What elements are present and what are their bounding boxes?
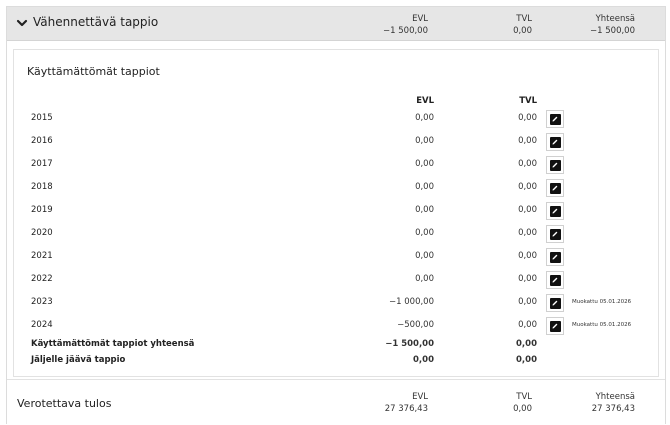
row-year: 2023 [31, 297, 53, 307]
row-evl-value: 0,00 [415, 251, 434, 261]
taxable-income-section: Verotettava tulos EVL 27 376,43 TVL 0,00… [7, 379, 665, 424]
table-row: 2020 0,00 0,00 [14, 225, 658, 243]
chevron-down-icon[interactable] [15, 15, 29, 29]
modified-note: Muokattu 05.01.2026 [572, 299, 632, 305]
row-tvl-value: 0,00 [518, 274, 537, 284]
table-row: 2018 0,00 0,00 [14, 179, 658, 197]
pencil-icon [549, 159, 561, 171]
table-row: 2019 0,00 0,00 [14, 202, 658, 220]
table-row: 2022 0,00 0,00 [14, 271, 658, 289]
pencil-icon [549, 274, 561, 286]
row-evl-value: −500,00 [397, 320, 434, 330]
edit-button[interactable] [546, 317, 564, 335]
modified-note: Muokattu 05.01.2026 [572, 322, 632, 328]
summary-label: Jäljelle jäävä tappio [31, 355, 126, 365]
header-evl-label: EVL [412, 14, 428, 24]
edit-button[interactable] [546, 248, 564, 266]
row-evl-value: 0,00 [415, 113, 434, 123]
column-header-evl: EVL [416, 96, 434, 106]
footer-tvl-label: TVL [516, 392, 532, 402]
edit-button[interactable] [546, 179, 564, 197]
header-tvl-value: 0,00 [513, 26, 532, 36]
header-tvl-label: TVL [516, 14, 532, 24]
row-year: 2021 [31, 251, 53, 261]
summary-evl-value: −1 500,00 [385, 339, 434, 349]
row-tvl-value: 0,00 [518, 136, 537, 146]
header-evl: EVL −1 500,00 [383, 13, 428, 37]
footer-title: Verotettava tulos [17, 397, 112, 410]
pencil-icon [549, 297, 561, 309]
header-evl-value: −1 500,00 [383, 26, 428, 36]
pencil-icon [549, 228, 561, 240]
pencil-icon [549, 136, 561, 148]
edit-button[interactable] [546, 202, 564, 220]
footer-evl-label: EVL [412, 392, 428, 402]
row-tvl-value: 0,00 [518, 113, 537, 123]
row-tvl-value: 0,00 [518, 251, 537, 261]
edit-button[interactable] [546, 225, 564, 243]
row-tvl-value: 0,00 [518, 297, 537, 307]
table-row: 2015 0,00 0,00 [14, 110, 658, 128]
row-evl-value: 0,00 [415, 136, 434, 146]
row-evl-value: 0,00 [415, 182, 434, 192]
pencil-icon [549, 205, 561, 217]
row-evl-value: 0,00 [415, 205, 434, 215]
row-evl-value: 0,00 [415, 159, 434, 169]
header-tvl: TVL 0,00 [513, 13, 532, 37]
row-year: 2020 [31, 228, 53, 238]
footer-tvl-value: 0,00 [513, 404, 532, 414]
footer-tvl: TVL 0,00 [513, 391, 532, 415]
table-row: 2024 −500,00 0,00 Muokattu 05.01.2026 [14, 317, 658, 335]
header-total-label: Yhteensä [595, 14, 635, 24]
row-year: 2019 [31, 205, 53, 215]
footer-total: Yhteensä 27 376,43 [592, 391, 635, 415]
row-tvl-value: 0,00 [518, 205, 537, 215]
row-year: 2024 [31, 320, 53, 330]
summary-tvl-value: 0,00 [516, 355, 537, 365]
row-tvl-value: 0,00 [518, 182, 537, 192]
row-tvl-value: 0,00 [518, 228, 537, 238]
summary-label: Käyttämättömät tappiot yhteensä [31, 339, 195, 349]
row-year: 2017 [31, 159, 53, 169]
section-header[interactable]: Vähennettävä tappio EVL −1 500,00 TVL 0,… [7, 7, 665, 41]
footer-total-label: Yhteensä [595, 392, 635, 402]
row-tvl-value: 0,00 [518, 320, 537, 330]
table-row: 2017 0,00 0,00 [14, 156, 658, 174]
row-evl-value: 0,00 [415, 228, 434, 238]
footer-total-value: 27 376,43 [591, 404, 635, 414]
table-row: 2023 −1 000,00 0,00 Muokattu 05.01.2026 [14, 294, 658, 312]
pencil-icon [549, 113, 561, 125]
header-total-value: −1 500,00 [590, 26, 635, 36]
row-evl-value: −1 000,00 [389, 297, 434, 307]
header-total: Yhteensä −1 500,00 [590, 13, 635, 37]
row-evl-value: 0,00 [415, 274, 434, 284]
row-year: 2016 [31, 136, 53, 146]
edit-button[interactable] [546, 133, 564, 151]
section-title: Vähennettävä tappio [33, 15, 159, 29]
row-year: 2022 [31, 274, 53, 284]
summary-evl-value: 0,00 [413, 355, 434, 365]
edit-button[interactable] [546, 294, 564, 312]
card-title: Käyttämättömät tappiot [27, 65, 160, 78]
tax-loss-panel: Vähennettävä tappio EVL −1 500,00 TVL 0,… [6, 6, 666, 424]
summary-row: Jäljelle jäävä tappio 0,00 0,00 [14, 352, 658, 370]
footer-evl: EVL 27 376,43 [385, 391, 428, 415]
pencil-icon [549, 320, 561, 332]
summary-tvl-value: 0,00 [516, 339, 537, 349]
table-row: 2021 0,00 0,00 [14, 248, 658, 266]
row-tvl-value: 0,00 [518, 159, 537, 169]
edit-button[interactable] [546, 156, 564, 174]
table-row: 2016 0,00 0,00 [14, 133, 658, 151]
unused-losses-card: Käyttämättömät tappiot EVL TVL 2015 0,00 0… [13, 49, 659, 377]
row-year: 2015 [31, 113, 53, 123]
edit-button[interactable] [546, 271, 564, 289]
row-year: 2018 [31, 182, 53, 192]
edit-button[interactable] [546, 110, 564, 128]
pencil-icon [549, 251, 561, 263]
pencil-icon [549, 182, 561, 194]
column-header-tvl: TVL [519, 96, 537, 106]
footer-evl-value: 27 376,43 [384, 404, 428, 414]
